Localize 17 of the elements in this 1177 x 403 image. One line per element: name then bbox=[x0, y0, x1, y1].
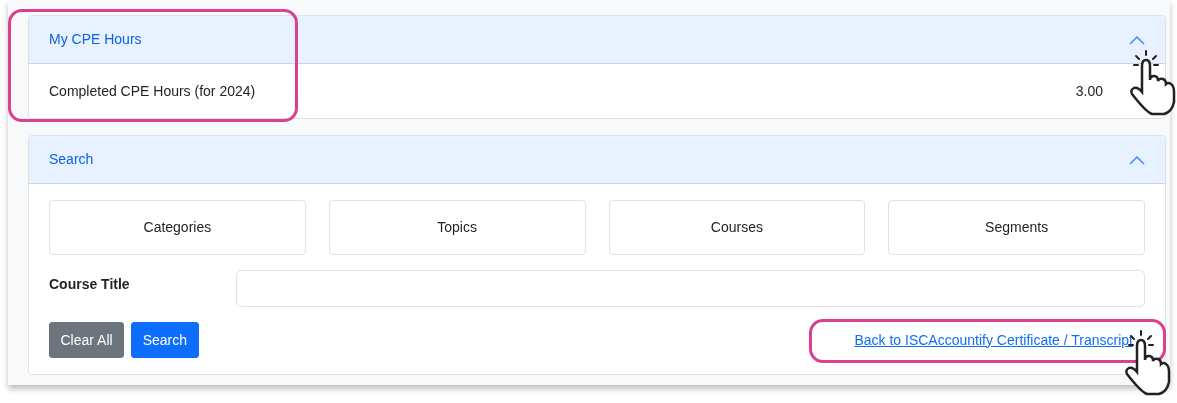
chevron-up-icon[interactable] bbox=[1129, 34, 1145, 45]
filter-button[interactable]: Courses bbox=[608, 200, 866, 255]
filter-button[interactable]: Categories bbox=[49, 200, 306, 255]
hours-value: 3.00 bbox=[1075, 81, 1103, 101]
panel-header[interactable]: My CPE Hours bbox=[29, 16, 1165, 64]
filter-button[interactable]: Topics bbox=[328, 200, 586, 255]
chevron-up-icon[interactable] bbox=[1129, 154, 1145, 165]
back-link[interactable]: Back to ISCAccountify Certificate / Transcript bbox=[854, 329, 1133, 351]
search-button[interactable]: Search bbox=[131, 322, 199, 358]
filter-button[interactable]: Segments bbox=[888, 200, 1145, 255]
panel-title: My CPE Hours bbox=[49, 30, 142, 49]
panel-title: Search bbox=[49, 150, 94, 169]
panel-header[interactable]: Search bbox=[29, 136, 1165, 184]
field-label: Course Title bbox=[49, 275, 131, 294]
course-title-field[interactable] bbox=[236, 270, 1145, 307]
clear-button[interactable]: Clear All bbox=[49, 322, 125, 358]
hours-label: Completed CPE Hours (for 2024) bbox=[49, 81, 256, 101]
